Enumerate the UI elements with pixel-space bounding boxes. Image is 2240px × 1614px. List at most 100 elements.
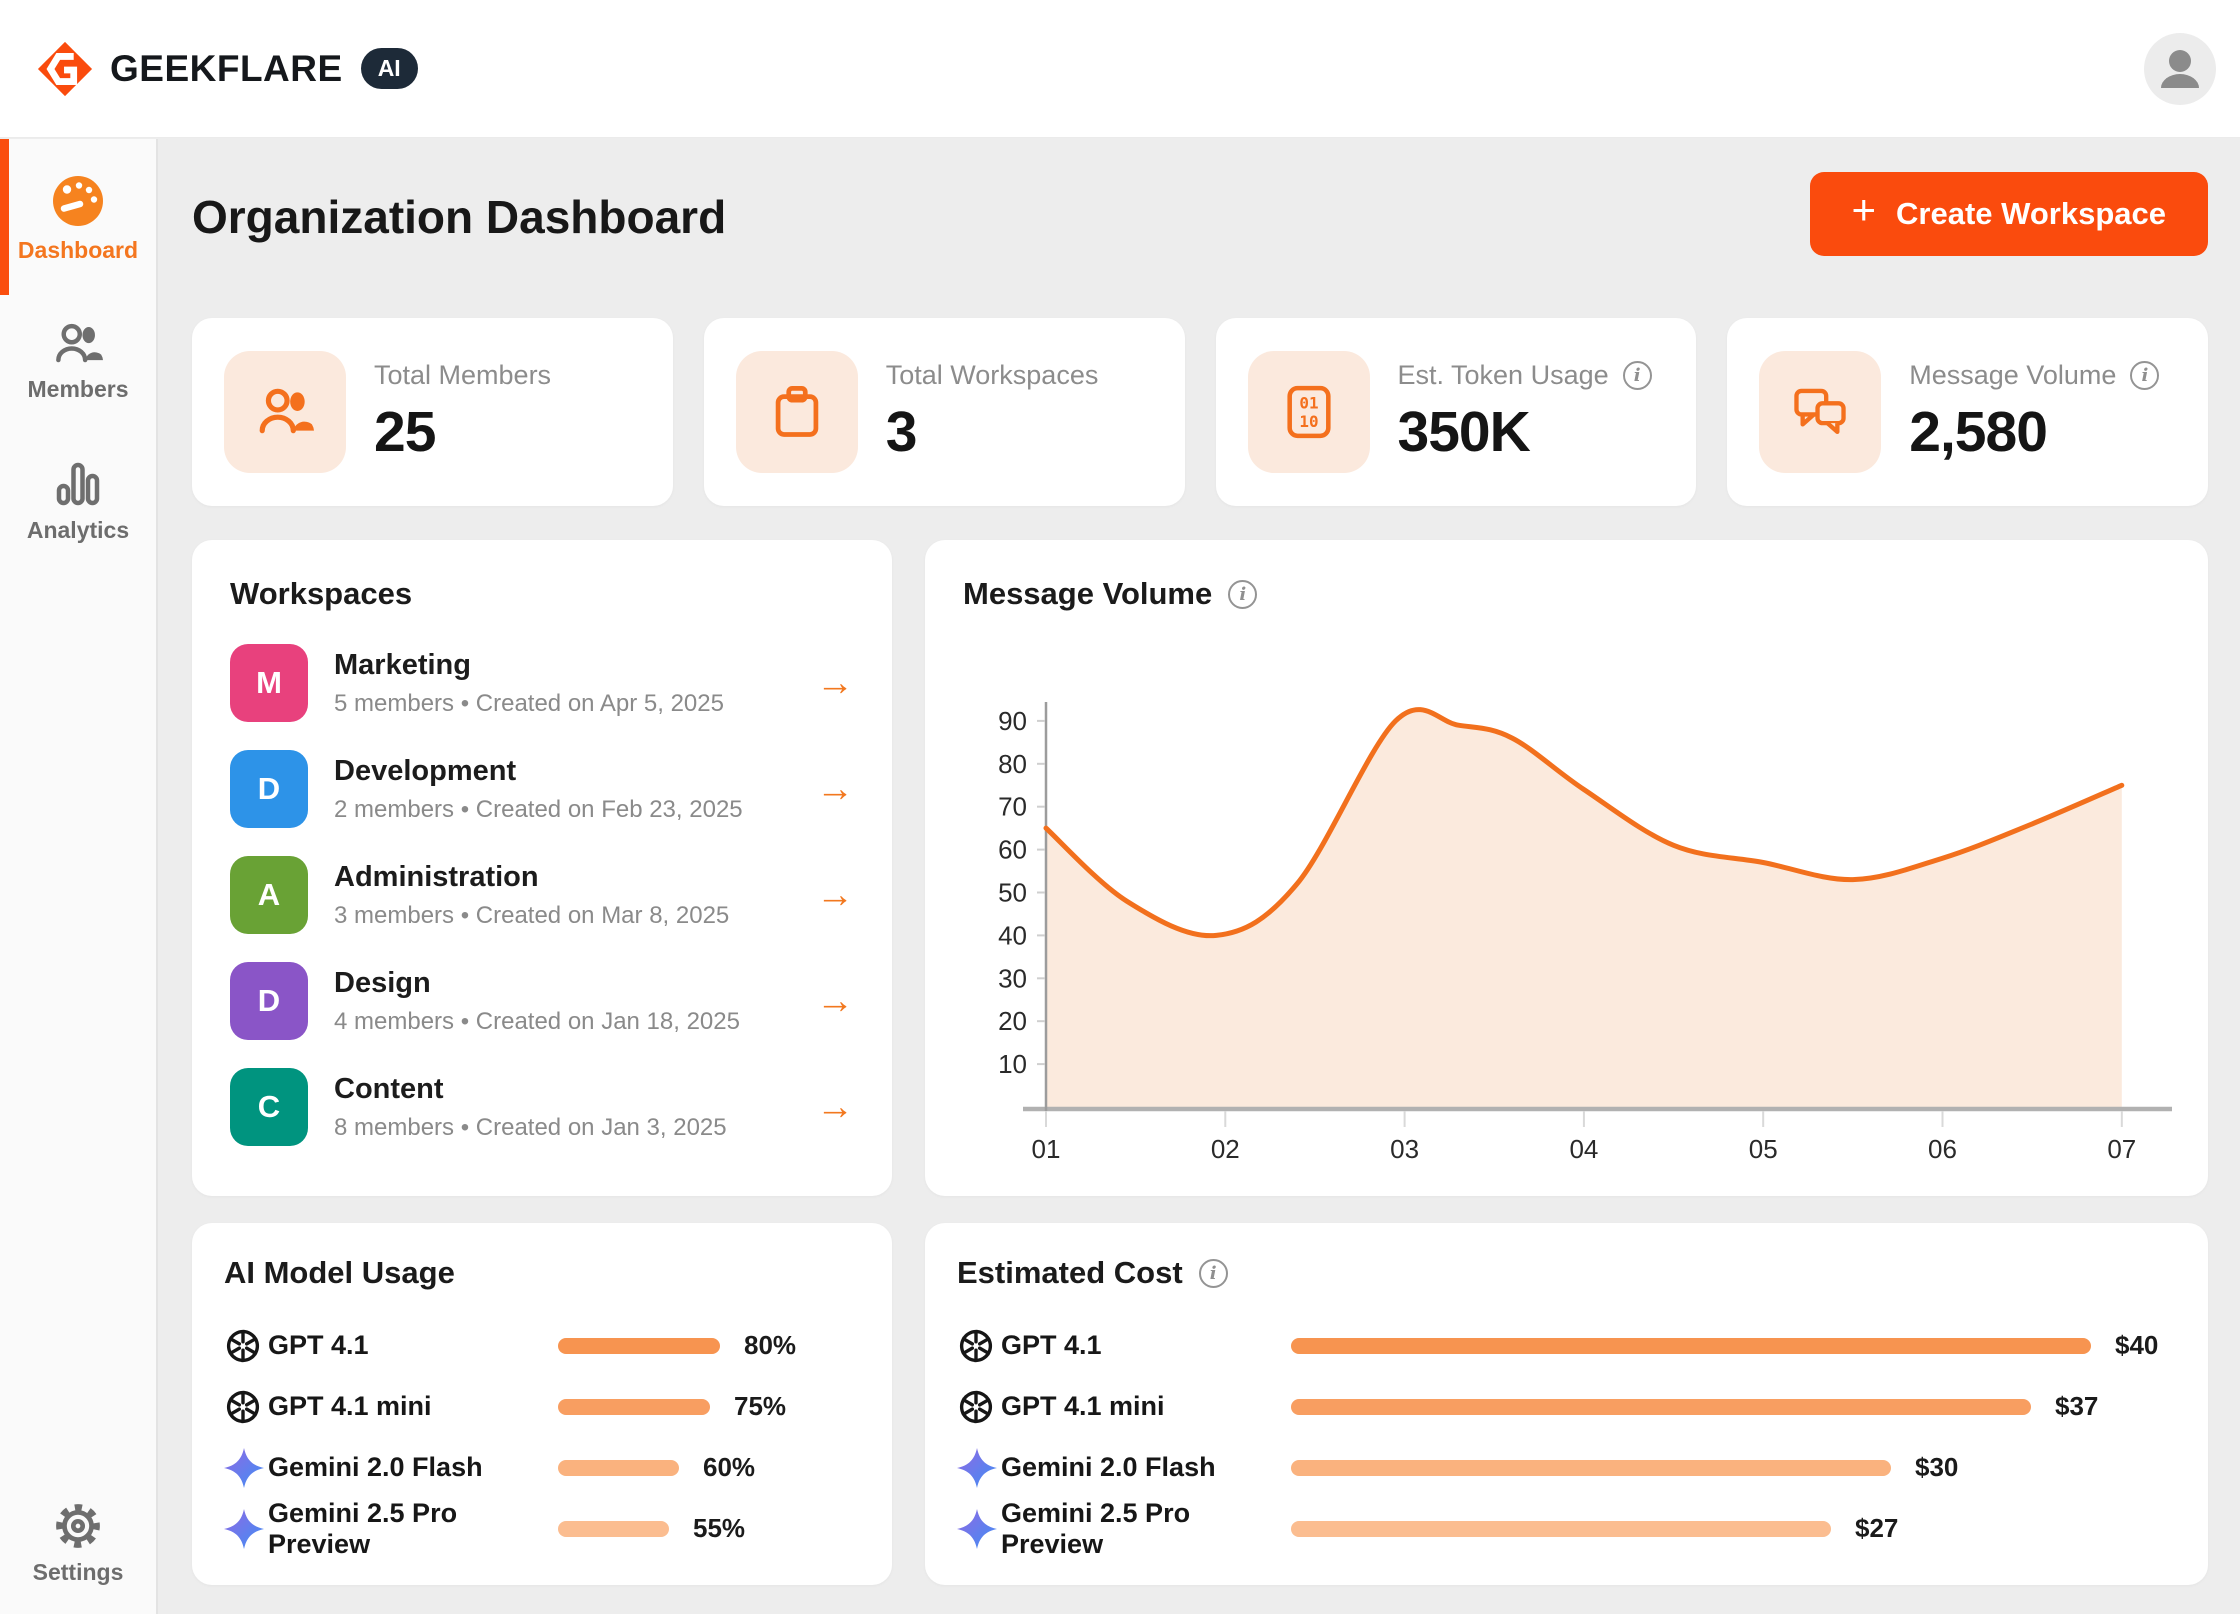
create-workspace-label: Create Workspace (1896, 196, 2166, 232)
usage-bar (558, 1338, 720, 1354)
chat-bubbles-icon (1791, 386, 1849, 438)
svg-text:06: 06 (1928, 1134, 1957, 1164)
sidebar-item-settings[interactable]: Settings (0, 1501, 156, 1586)
openai-icon (224, 1327, 268, 1365)
gemini-icon (224, 1509, 268, 1549)
usage-percent: 75% (734, 1391, 786, 1422)
gemini-icon (957, 1509, 1001, 1549)
model-name: Gemini 2.0 Flash (1001, 1452, 1291, 1483)
arrow-right-icon[interactable] (816, 768, 854, 811)
cost-row-gpt41mini: GPT 4.1 mini $37 (957, 1376, 2176, 1437)
app-header: GEEKFLARE AI (0, 0, 2240, 138)
svg-text:10: 10 (1299, 412, 1318, 431)
ai-model-usage-card: AI Model Usage (192, 1223, 892, 1585)
gemini-icon (957, 1448, 1001, 1488)
info-icon[interactable] (1199, 1259, 1228, 1288)
svg-text:01: 01 (1299, 394, 1318, 413)
usage-title: AI Model Usage (224, 1255, 860, 1291)
arrow-right-icon[interactable] (816, 874, 854, 917)
members-icon (53, 322, 103, 366)
brand-logo: GEEKFLARE AI (36, 40, 418, 98)
usage-percent: 55% (693, 1513, 745, 1544)
workspace-avatar: M (230, 644, 308, 722)
sidebar-item-dashboard[interactable]: Dashboard (0, 175, 156, 264)
svg-text:70: 70 (998, 792, 1027, 822)
workspace-name: Administration (334, 861, 729, 894)
cost-value: $30 (1915, 1452, 1958, 1483)
svg-text:05: 05 (1749, 1134, 1778, 1164)
usage-row-gpt41mini: GPT 4.1 mini 75% (224, 1376, 860, 1437)
cost-row-gpt41: GPT 4.1 $40 (957, 1315, 2176, 1376)
estimated-cost-card: Estimated Cost (925, 1223, 2208, 1585)
cost-value: $27 (1855, 1513, 1898, 1544)
cost-bar (1291, 1521, 1831, 1537)
workspace-row-design[interactable]: D Design 4 members • Created on Jan 18, … (230, 962, 854, 1040)
model-name: GPT 4.1 (268, 1330, 558, 1361)
svg-text:80: 80 (998, 749, 1027, 779)
usage-bar-list: GPT 4.1 80% (224, 1315, 860, 1559)
cost-bar (1291, 1338, 2091, 1354)
usage-percent: 60% (703, 1452, 755, 1483)
usage-bar (558, 1399, 710, 1415)
workspace-avatar: D (230, 750, 308, 828)
workspace-name: Design (334, 967, 740, 1000)
model-name: Gemini 2.0 Flash (268, 1452, 558, 1483)
stat-label: Total Members (374, 360, 551, 391)
arrow-right-icon[interactable] (816, 980, 854, 1023)
cost-title: Estimated Cost (957, 1255, 1183, 1291)
sidebar: Dashboard Members Analytics Set (0, 139, 158, 1614)
usage-percent: 80% (744, 1330, 796, 1361)
stats-row: Total Members 25 Total Workspaces 3 (192, 318, 2208, 506)
binary-token-icon: 01 10 (1284, 383, 1334, 441)
active-item-indicator (0, 139, 9, 295)
workspace-row-administration[interactable]: A Administration 3 members • Created on … (230, 856, 854, 934)
person-icon (2144, 33, 2216, 105)
workspaces-title: Workspaces (230, 576, 854, 612)
cost-value: $37 (2055, 1391, 2098, 1422)
usage-row-gpt41: GPT 4.1 80% (224, 1315, 860, 1376)
workspace-row-development[interactable]: D Development 2 members • Created on Feb… (230, 750, 854, 828)
stat-icon-chip: 01 10 (1248, 351, 1370, 473)
workspace-meta: 5 members • Created on Apr 5, 2025 (334, 690, 724, 718)
plus-icon (1852, 196, 1877, 232)
arrow-right-icon[interactable] (816, 1086, 854, 1129)
workspace-avatar: A (230, 856, 308, 934)
openai-icon (957, 1388, 1001, 1426)
openai-icon (957, 1327, 1001, 1365)
message-volume-card: Message Volume 1020304050607080900102030… (925, 540, 2208, 1196)
workspace-row-content[interactable]: C Content 8 members • Created on Jan 3, … (230, 1068, 854, 1146)
svg-text:04: 04 (1569, 1134, 1598, 1164)
stat-value: 350K (1398, 399, 1652, 465)
sidebar-item-members[interactable]: Members (0, 322, 156, 403)
brand-name: GEEKFLARE (110, 48, 343, 90)
workspace-meta: 3 members • Created on Mar 8, 2025 (334, 902, 729, 930)
svg-text:03: 03 (1390, 1134, 1419, 1164)
stat-value: 3 (886, 399, 1099, 465)
arrow-right-icon[interactable] (816, 662, 854, 705)
workspaces-list: M Marketing 5 members • Created on Apr 5… (230, 644, 854, 1146)
usage-bar (558, 1460, 679, 1476)
info-icon[interactable] (1623, 361, 1652, 390)
sidebar-item-analytics[interactable]: Analytics (0, 461, 156, 544)
workspaces-card: Workspaces M Marketing 5 members • Creat… (192, 540, 892, 1196)
svg-text:02: 02 (1211, 1134, 1240, 1164)
brand-ai-badge: AI (361, 48, 418, 89)
info-icon[interactable] (1228, 580, 1257, 609)
members-duo-icon (256, 387, 314, 437)
cost-value: $40 (2115, 1330, 2158, 1361)
svg-text:20: 20 (998, 1006, 1027, 1036)
user-avatar[interactable] (2144, 33, 2216, 105)
create-workspace-button[interactable]: Create Workspace (1810, 172, 2208, 256)
svg-text:50: 50 (998, 878, 1027, 908)
cost-row-gemini25: Gemini 2.5 Pro Preview $27 (957, 1498, 2176, 1559)
usage-row-gemini20: Gemini 2.0 Flash 60% (224, 1437, 860, 1498)
svg-text:60: 60 (998, 835, 1027, 865)
sidebar-item-label: Members (28, 376, 129, 403)
svg-text:40: 40 (998, 920, 1027, 950)
stat-label: Message Volume (1909, 360, 2116, 391)
stat-card-token-usage: 01 10 Est. Token Usage 350K (1216, 318, 1697, 506)
info-icon[interactable] (2130, 361, 2159, 390)
geekflare-logo-icon (36, 40, 94, 98)
workspace-row-marketing[interactable]: M Marketing 5 members • Created on Apr 5… (230, 644, 854, 722)
workspace-name: Marketing (334, 649, 724, 682)
